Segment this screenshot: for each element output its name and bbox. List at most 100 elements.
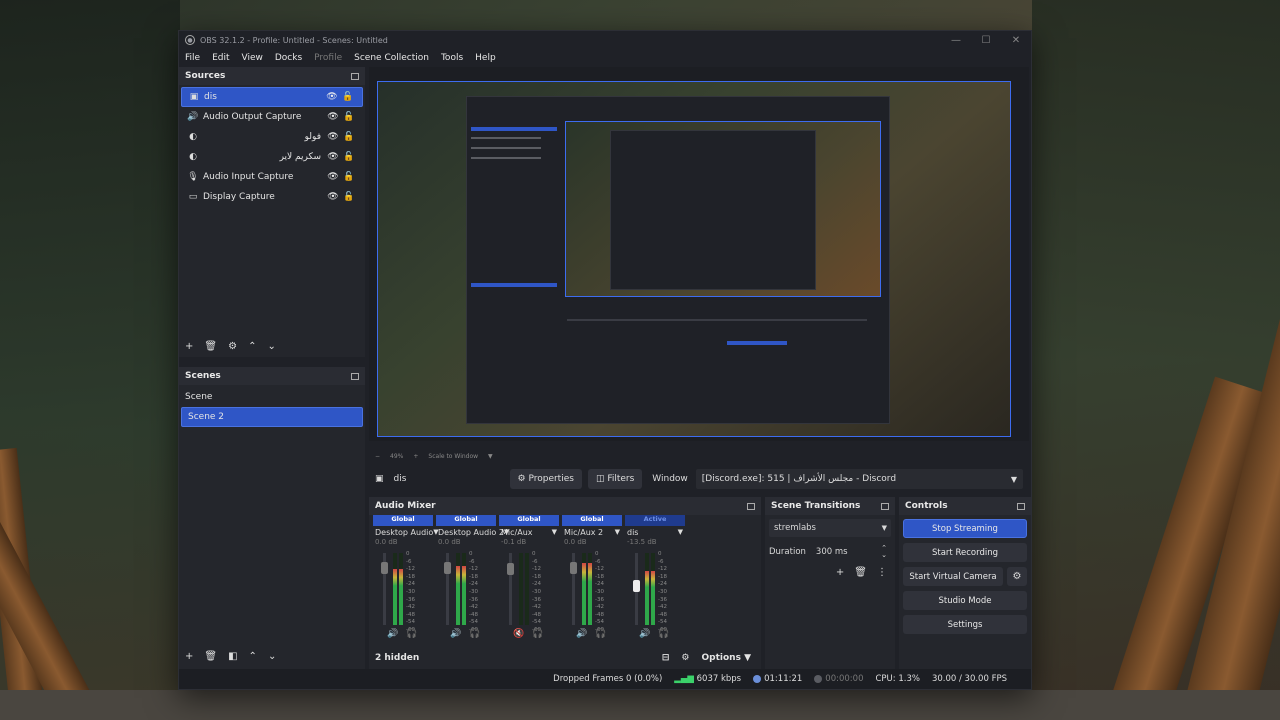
menu-scene-collection[interactable]: Scene Collection — [354, 53, 429, 63]
undock-icon[interactable] — [1017, 502, 1025, 510]
vu-meter-right — [399, 553, 403, 625]
remove-scene-icon[interactable]: 🗑 — [204, 651, 217, 662]
meter-tick-label: -42 — [469, 604, 478, 611]
channel-name-select[interactable]: Desktop Audio 2 ▼ — [436, 526, 509, 538]
undock-icon[interactable] — [351, 372, 359, 380]
scene-filters-icon[interactable]: ◧ — [228, 651, 237, 662]
advanced-audio-icon[interactable]: ⚙ — [681, 653, 689, 663]
move-down-icon[interactable]: ⌄ — [267, 341, 275, 352]
properties-button[interactable]: ⚙ Properties — [509, 469, 582, 489]
scene-item[interactable]: Scene 2 — [181, 407, 363, 427]
window-select-value: [Discord.exe]: 515 | مجلس الأشراف - Disc… — [701, 474, 897, 484]
move-up-icon[interactable]: ⌃ — [249, 651, 257, 662]
source-item[interactable]: ◐ فولو 👁 🔓 — [181, 127, 363, 147]
eye-icon[interactable]: 👁 — [325, 132, 341, 142]
headphones-icon[interactable]: 🎧 — [595, 629, 606, 639]
eye-icon[interactable]: 👁 — [324, 92, 340, 102]
menu-edit[interactable]: Edit — [212, 53, 229, 63]
channel-name-select[interactable]: Mic/Aux ▼ — [499, 526, 559, 538]
duration-label: Duration — [769, 547, 806, 557]
lock-icon[interactable]: 🔓 — [341, 152, 357, 162]
remove-source-icon[interactable]: 🗑 — [204, 341, 217, 352]
speaker-icon[interactable]: 🔊 — [639, 629, 650, 639]
fader-handle[interactable] — [633, 580, 640, 592]
lock-icon[interactable]: 🔓 — [341, 112, 357, 122]
scenes-toolbar: + 🗑 ◧ ⌃ ⌄ — [179, 645, 276, 667]
start-recording-button[interactable]: Start Recording — [903, 543, 1027, 562]
undock-icon[interactable] — [351, 72, 359, 80]
source-item[interactable]: ▭ Display Capture 👁 🔓 — [181, 187, 363, 207]
zoom-out-icon[interactable]: − — [375, 453, 380, 460]
scale-mode-select[interactable]: Scale to Window — [428, 453, 478, 460]
transition-select[interactable]: stremlabs ▼ — [769, 519, 891, 537]
meter-tick-label: -54 — [532, 619, 541, 626]
window-select[interactable]: [Discord.exe]: 515 | مجلس الأشراف - Disc… — [695, 469, 1023, 489]
chevron-down-icon[interactable]: ▼ — [488, 453, 493, 460]
close-button[interactable]: ✕ — [1001, 35, 1031, 46]
source-item[interactable]: 🔊 Audio Output Capture 👁 🔓 — [181, 107, 363, 127]
meter-tick-label: -30 — [595, 588, 604, 595]
lock-icon[interactable]: 🔓 — [341, 192, 357, 202]
channel-name-select[interactable]: dis ▼ — [625, 526, 685, 538]
eye-icon[interactable]: 👁 — [325, 112, 341, 122]
start-virtual-camera-button[interactable]: Start Virtual Camera — [903, 567, 1003, 586]
meter-tick-label: -54 — [658, 619, 667, 626]
source-properties-gear-icon[interactable]: ⚙ — [228, 341, 237, 352]
meter-tick-label: -6 — [532, 558, 538, 565]
scene-item[interactable]: Scene — [179, 387, 365, 407]
filters-button[interactable]: ◫ Filters — [587, 469, 643, 489]
duration-stepper[interactable]: ⌃ ⌄ — [881, 545, 891, 559]
headphones-icon[interactable]: 🎧 — [469, 629, 480, 639]
add-scene-icon[interactable]: + — [185, 651, 193, 662]
mixer-channel: Global Desktop Audio ▼ 0.0 dB 0 -6 -12 -18 -24 -3… — [373, 515, 439, 645]
menu-help[interactable]: Help — [475, 53, 496, 63]
channel-name-select[interactable]: Mic/Aux 2 ▼ — [562, 526, 622, 538]
layout-toggle-icon[interactable]: ⊟ — [662, 653, 670, 663]
source-item[interactable]: 🎙 Audio Input Capture 👁 🔓 — [181, 167, 363, 187]
muted-speaker-icon[interactable]: 🔇 — [513, 629, 524, 639]
fader-handle[interactable] — [381, 562, 388, 574]
speaker-icon[interactable]: 🔊 — [576, 629, 587, 639]
undock-icon[interactable] — [747, 502, 755, 510]
move-up-icon[interactable]: ⌃ — [248, 341, 256, 352]
remove-transition-icon[interactable]: 🗑 — [854, 567, 867, 578]
add-transition-icon[interactable]: + — [836, 567, 844, 578]
undock-icon[interactable] — [881, 502, 889, 510]
add-source-icon[interactable]: + — [185, 341, 193, 352]
hidden-count[interactable]: 2 hidden — [375, 653, 419, 663]
lock-icon[interactable]: 🔓 — [340, 92, 356, 102]
menu-file[interactable]: File — [185, 53, 200, 63]
stop-streaming-button[interactable]: Stop Streaming — [903, 519, 1027, 538]
speaker-icon[interactable]: 🔊 — [450, 629, 461, 639]
menu-docks[interactable]: Docks — [275, 53, 302, 63]
menu-tools[interactable]: Tools — [441, 53, 463, 63]
lock-icon[interactable]: 🔓 — [341, 132, 357, 142]
fader-handle[interactable] — [444, 562, 451, 574]
eye-icon[interactable]: 👁 — [325, 172, 341, 182]
more-options-icon[interactable]: ⋮ — [877, 567, 887, 578]
zoom-in-icon[interactable]: + — [413, 453, 418, 460]
move-down-icon[interactable]: ⌄ — [268, 651, 276, 662]
virtual-camera-settings-gear-icon[interactable]: ⚙ — [1007, 567, 1027, 586]
preview-canvas[interactable] — [377, 81, 1011, 437]
fader-handle[interactable] — [507, 563, 514, 575]
eye-icon[interactable]: 👁 — [325, 152, 341, 162]
studio-mode-button[interactable]: Studio Mode — [903, 591, 1027, 610]
headphones-icon[interactable]: 🎧 — [658, 629, 669, 639]
eye-icon[interactable]: 👁 — [325, 192, 341, 202]
headphones-icon[interactable]: 🎧 — [406, 629, 417, 639]
settings-button[interactable]: Settings — [903, 615, 1027, 634]
speaker-icon[interactable]: 🔊 — [387, 629, 398, 639]
lock-icon[interactable]: 🔓 — [341, 172, 357, 182]
menu-view[interactable]: View — [242, 53, 263, 63]
channel-name-select[interactable]: Desktop Audio ▼ — [373, 526, 439, 538]
maximize-button[interactable]: ☐ — [971, 35, 1001, 46]
mixer-options-button[interactable]: Options ▼ — [702, 653, 752, 663]
source-item[interactable]: ▣ dis 👁 🔓 — [181, 87, 363, 107]
minimize-button[interactable]: — — [941, 35, 971, 46]
source-item[interactable]: ◐ سكريم لاير 👁 🔓 — [181, 147, 363, 167]
menu-profile[interactable]: Profile — [314, 53, 342, 63]
headphones-icon[interactable]: 🎧 — [532, 629, 543, 639]
duration-input[interactable]: 300 ms — [816, 547, 881, 557]
fader-handle[interactable] — [570, 562, 577, 574]
